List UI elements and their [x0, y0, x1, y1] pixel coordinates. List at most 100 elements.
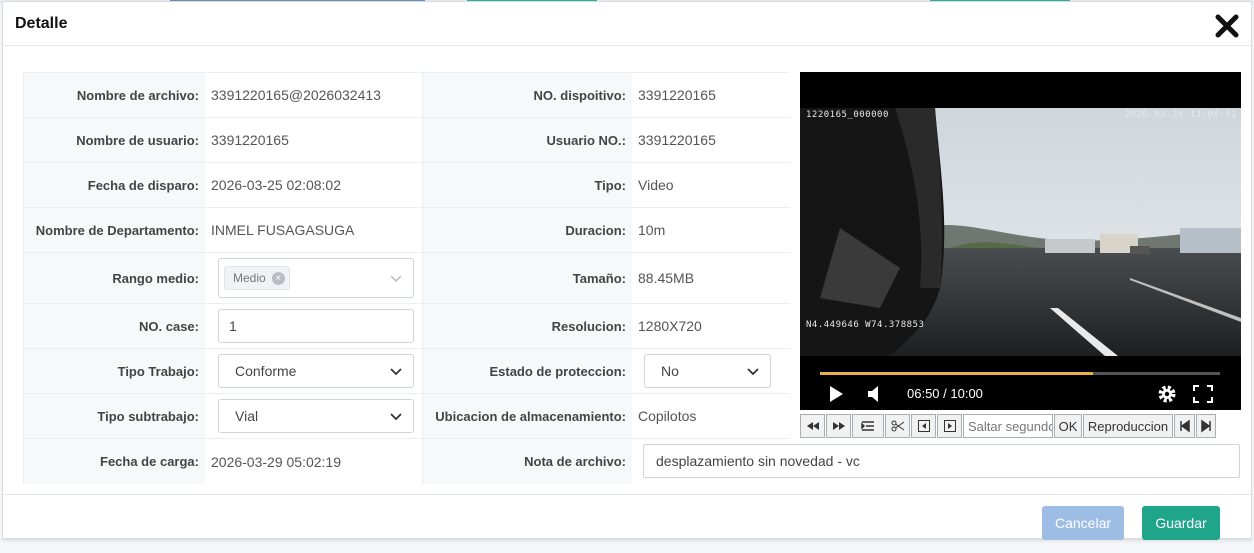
estado-proteccion-selected: No — [661, 363, 679, 379]
field-value-tipo: Video — [632, 163, 790, 207]
field-label-tipo-subtrabajo: Tipo subtrabajo: — [24, 394, 205, 438]
field-label-fecha-disparo: Fecha de disparo: — [24, 163, 205, 207]
chevron-down-icon — [390, 368, 402, 376]
volume-icon[interactable] — [866, 385, 882, 408]
scissors-icon — [891, 420, 904, 432]
fast-forward-icon — [832, 422, 845, 430]
field-label-nota-archivo: Nota de archivo: — [422, 439, 632, 484]
rango-medio-tag: Medio × — [224, 266, 290, 290]
modal-header: Detalle — [3, 2, 1251, 46]
next-frame-button[interactable] — [937, 414, 962, 438]
list-icon — [861, 421, 874, 431]
info-row: Nombre de archivo: 3391220165@2026032413… — [24, 73, 790, 118]
seek-ok-button[interactable]: OK — [1054, 414, 1082, 438]
video-progress-bar[interactable] — [820, 372, 1220, 375]
info-row: Nombre de usuario: 3391220165 Usuario NO… — [24, 118, 790, 163]
playback-mode-button[interactable]: Reproduccion — [1083, 414, 1173, 438]
skip-end-button[interactable] — [1196, 414, 1216, 438]
field-value-tipo-trabajo: Conforme — [205, 349, 422, 393]
osd-timestamp: 2026-03-24 13:04:51 — [1124, 110, 1237, 120]
osd-top-left: 1220165_000000 — [806, 110, 889, 120]
info-row: Nombre de Departamento: INMEL FUSAGASUGA… — [24, 208, 790, 253]
rango-medio-tag-label: Medio — [233, 271, 266, 285]
skip-start-button[interactable] — [1174, 414, 1195, 438]
field-label-no-case: NO. case: — [24, 304, 205, 348]
field-label-tipo: Tipo: — [422, 163, 632, 207]
field-value-fecha-carga: 2026-03-29 05:02:19 — [205, 439, 422, 484]
prev-frame-button[interactable] — [911, 414, 936, 438]
field-label-rango-medio: Rango medio: — [24, 253, 205, 303]
field-value-nombre-archivo: 3391220165@2026032413 — [205, 73, 422, 117]
field-value-no-case: 1 — [205, 304, 422, 348]
fast-forward-button[interactable] — [826, 414, 851, 438]
field-label-usuario-no: Usuario NO.: — [422, 118, 632, 162]
video-frame: 1220165_000000 2026-03-24 13:04:51 N4.44… — [800, 108, 1241, 356]
field-label-resolucion: Resolucion: — [422, 304, 632, 348]
info-row: Tipo Trabajo: Conforme Estado de protecc… — [24, 349, 790, 394]
field-value-usuario-no: 3391220165 — [632, 118, 790, 162]
settings-gear-icon[interactable] — [1157, 384, 1177, 409]
background-table-row — [0, 538, 1254, 553]
chevron-down-icon — [747, 368, 759, 376]
estado-proteccion-select[interactable]: No — [644, 354, 771, 388]
info-row: Rango medio: Medio × Tamaño: 88.45MB — [24, 253, 790, 304]
clip-button[interactable] — [885, 414, 910, 438]
video-player[interactable]: 1220165_000000 2026-03-24 13:04:51 N4.44… — [800, 72, 1241, 410]
field-label-fecha-carga: Fecha de carga: — [24, 439, 205, 484]
field-value-nombre-usuario: 3391220165 — [205, 118, 422, 162]
field-label-duracion: Duracion: — [422, 208, 632, 252]
field-value-tamano: 88.45MB — [632, 253, 790, 303]
info-table: Nombre de archivo: 3391220165@2026032413… — [23, 72, 790, 484]
tipo-subtrabajo-select[interactable]: Vial — [218, 399, 414, 433]
field-value-tipo-subtrabajo: Vial — [205, 394, 422, 438]
chevron-down-icon — [390, 413, 402, 421]
tipo-trabajo-select[interactable]: Conforme — [218, 354, 414, 388]
next-frame-icon — [943, 420, 956, 432]
info-row: NO. case: 1 Resolucion: 1280X720 — [24, 304, 790, 349]
field-label-tamano: Tamaño: — [422, 253, 632, 303]
playback-toolbar: Saltar segundo OK Reproduccion — [800, 414, 1242, 438]
tag-remove-icon[interactable]: × — [271, 271, 285, 285]
skip-end-icon — [1201, 419, 1211, 433]
cancel-button[interactable]: Cancelar — [1042, 506, 1124, 540]
field-label-estado-proteccion: Estado de proteccion: — [422, 349, 632, 393]
field-value-rango-medio: Medio × — [205, 253, 422, 303]
rewind-button[interactable] — [800, 414, 825, 438]
seek-seconds-input[interactable]: Saltar segundo — [963, 414, 1053, 438]
modal-title: Detalle — [15, 15, 68, 32]
chevron-down-icon — [390, 275, 402, 283]
rango-medio-multiselect[interactable]: Medio × — [218, 258, 414, 298]
modal-footer: Cancelar Guardar — [3, 494, 1251, 540]
save-button[interactable]: Guardar — [1142, 506, 1220, 540]
field-value-fecha-disparo: 2026-03-25 02:08:02 — [205, 163, 422, 207]
osd-coordinates: N4.449646 W74.378853 — [806, 320, 925, 330]
video-time-display: 06:50 / 10:00 — [907, 386, 983, 401]
field-value-no-dispositivo: 3391220165 — [632, 73, 790, 117]
field-value-estado-proteccion: No — [632, 349, 790, 393]
video-progress-fill — [820, 372, 1094, 375]
tipo-trabajo-selected: Conforme — [235, 363, 297, 379]
nota-archivo-input[interactable]: desplazamiento sin novedad - vc — [643, 444, 1240, 478]
field-value-duracion: 10m — [632, 208, 790, 252]
field-label-departamento: Nombre de Departamento: — [24, 208, 205, 252]
field-value-ubicacion: Copilotos — [632, 394, 790, 438]
field-label-tipo-trabajo: Tipo Trabajo: — [24, 349, 205, 393]
field-label-nombre-usuario: Nombre de usuario: — [24, 118, 205, 162]
close-icon[interactable] — [1213, 12, 1241, 40]
video-frame-image — [800, 108, 1241, 356]
detail-modal: Detalle Nombre de archivo: 3391220165@20… — [2, 1, 1252, 540]
no-case-input[interactable]: 1 — [218, 309, 414, 343]
rewind-icon — [806, 422, 819, 430]
skip-start-icon — [1179, 419, 1190, 433]
field-label-no-dispositivo: NO. dispoitivo: — [422, 73, 632, 117]
prev-frame-icon — [917, 420, 930, 432]
fullscreen-icon[interactable] — [1193, 385, 1213, 408]
playlist-button[interactable] — [852, 414, 884, 438]
info-row: Tipo subtrabajo: Vial Ubicacion de almac… — [24, 394, 790, 439]
field-label-nombre-archivo: Nombre de archivo: — [24, 73, 205, 117]
field-value-resolucion: 1280X720 — [632, 304, 790, 348]
field-value-departamento: INMEL FUSAGASUGA — [205, 208, 422, 252]
field-label-ubicacion: Ubicacion de almacenamiento: — [422, 394, 632, 438]
play-icon[interactable] — [828, 385, 844, 408]
tipo-subtrabajo-selected: Vial — [235, 408, 259, 424]
